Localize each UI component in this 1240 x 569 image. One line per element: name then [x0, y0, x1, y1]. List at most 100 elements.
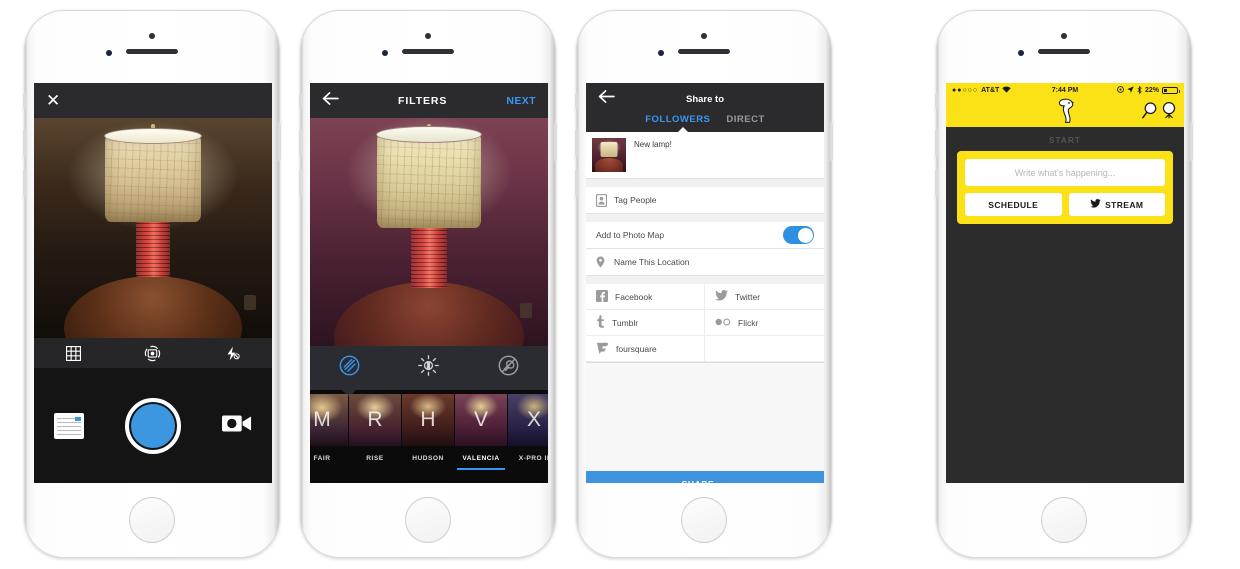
location-pin-icon: [596, 256, 614, 268]
tag-people-icon: [596, 193, 614, 207]
flash-off-icon[interactable]: [224, 346, 241, 361]
lamp-base: [136, 219, 170, 277]
filter-item[interactable]: H HUDSON: [402, 394, 454, 462]
search-icon[interactable]: [1142, 101, 1158, 124]
home-button[interactable]: [405, 497, 451, 543]
phone-mockup-meerkat: ●●○○○ AT&T 7:44 PM 22% START Write what'…: [935, 10, 1193, 558]
home-button[interactable]: [129, 497, 175, 543]
ios-status-bar: ●●○○○ AT&T 7:44 PM 22%: [946, 83, 1184, 98]
twitter-label: Twitter: [735, 291, 761, 302]
add-to-photo-map-row[interactable]: Add to Photo Map: [586, 222, 824, 249]
share-button[interactable]: SHARE →: [586, 471, 824, 483]
filter-preview-image[interactable]: [310, 118, 548, 346]
phone-mockup-filters: FILTERS NEXT M FAIR R RISE H HUDSON V VA…: [299, 10, 557, 558]
filter-letter: H: [420, 408, 436, 431]
meerkat-main: START Write what's happening... SCHEDULE: [946, 127, 1184, 483]
meerkat-header: [946, 98, 1184, 127]
share-navbar: Share to FOLLOWERS DIRECT: [586, 83, 824, 133]
camera-control-bar: [34, 338, 272, 368]
name-location-row[interactable]: Name This Location: [586, 249, 824, 276]
filter-strip[interactable]: M FAIR R RISE H HUDSON V VALENCIA X X-PR…: [310, 390, 548, 483]
filter-item[interactable]: M FAIR: [310, 394, 348, 462]
share-flickr[interactable]: Flickr: [705, 310, 824, 336]
foursquare-label: foursquare: [616, 343, 657, 354]
flickr-icon: [715, 318, 731, 328]
filter-item[interactable]: R RISE: [349, 394, 401, 462]
add-to-photo-map-label: Add to Photo Map: [596, 230, 665, 240]
lamp-base: [411, 226, 447, 288]
section-divider: [586, 276, 824, 284]
flickr-label: Flickr: [738, 317, 759, 328]
share-facebook[interactable]: Facebook: [586, 284, 705, 310]
volume-down-button: [299, 169, 302, 197]
camera-topbar: ✕: [34, 83, 272, 118]
share-content: New lamp! Tag People Add to Photo Map Na…: [586, 132, 824, 483]
filter-thumbnail: M: [310, 394, 348, 446]
caption-input[interactable]: New lamp!: [634, 138, 672, 172]
camera-viewfinder[interactable]: [34, 118, 272, 338]
filter-thumbnail: H: [402, 394, 454, 446]
tab-direct[interactable]: DIRECT: [726, 114, 764, 125]
screen-share: Share to FOLLOWERS DIRECT New lamp! Tag …: [586, 83, 824, 483]
section-divider: [586, 214, 824, 222]
foursquare-icon: [596, 341, 609, 356]
filter-letter: X: [526, 408, 541, 431]
filter-label: RISE: [366, 455, 384, 462]
proximity-sensor-icon: [106, 50, 112, 56]
schedule-button[interactable]: SCHEDULE: [965, 193, 1062, 216]
wall-outlet: [244, 295, 256, 310]
video-mode-icon[interactable]: [221, 412, 252, 439]
screen-camera: ✕: [34, 83, 272, 483]
share-foursquare[interactable]: foursquare: [586, 336, 705, 362]
share-tumblr[interactable]: Tumblr: [586, 310, 705, 336]
earpiece-speaker: [1038, 49, 1090, 54]
share-empty-space: [586, 363, 824, 471]
tab-followers[interactable]: FOLLOWERS: [645, 114, 710, 125]
table-surface: [64, 276, 242, 338]
earpiece-speaker: [126, 49, 178, 54]
caption-row[interactable]: New lamp!: [586, 132, 824, 179]
filter-icon[interactable]: [339, 355, 360, 381]
shutter-button[interactable]: [124, 397, 181, 454]
close-icon[interactable]: ✕: [46, 92, 60, 109]
front-camera-icon: [425, 33, 431, 39]
power-button: [1190, 123, 1193, 161]
back-arrow-icon[interactable]: [322, 91, 339, 110]
section-divider: [586, 179, 824, 187]
screenshot-stage: ✕ FILTERS NEXT M FAIR R RISE H HUDSON V …: [0, 0, 1240, 569]
grid-icon[interactable]: [65, 345, 81, 361]
filter-item-selected[interactable]: V VALENCIA: [455, 394, 507, 470]
facebook-label: Facebook: [615, 291, 653, 302]
screen-meerkat: ●●○○○ AT&T 7:44 PM 22% START Write what'…: [946, 83, 1184, 483]
home-button[interactable]: [1041, 497, 1087, 543]
filter-item[interactable]: X X-PRO II: [508, 394, 548, 462]
proximity-sensor-icon: [658, 50, 664, 56]
tag-people-label: Tag People: [614, 195, 657, 205]
share-tabs: FOLLOWERS DIRECT: [598, 109, 812, 133]
edit-tools-icon[interactable]: [498, 355, 519, 381]
filter-letter: M: [313, 408, 331, 431]
filters-navbar: FILTERS NEXT: [310, 83, 548, 118]
photo-map-toggle[interactable]: [783, 226, 814, 244]
arrow-right-icon: →: [719, 479, 728, 483]
front-camera-icon: [149, 33, 155, 39]
brightness-icon[interactable]: [418, 355, 440, 381]
stream-button[interactable]: STREAM: [1068, 193, 1165, 216]
share-twitter[interactable]: Twitter: [705, 284, 824, 310]
camera-flip-icon[interactable]: [144, 345, 161, 362]
composer-input[interactable]: Write what's happening...: [965, 159, 1165, 186]
front-camera-icon: [1061, 33, 1067, 39]
home-button[interactable]: [681, 497, 727, 543]
lamp-shade-rim: [376, 126, 482, 143]
mute-switch: [299, 93, 302, 109]
battery-icon: [1162, 87, 1180, 94]
profile-icon[interactable]: [1161, 101, 1177, 124]
tag-people-row[interactable]: Tag People: [586, 187, 824, 214]
power-button: [278, 123, 281, 161]
filter-label: FAIR: [313, 455, 331, 462]
earpiece-speaker: [402, 49, 454, 54]
volume-down-button: [23, 169, 26, 197]
next-button[interactable]: NEXT: [506, 95, 536, 107]
gallery-icon[interactable]: [54, 412, 85, 439]
volume-down-button: [575, 169, 578, 197]
